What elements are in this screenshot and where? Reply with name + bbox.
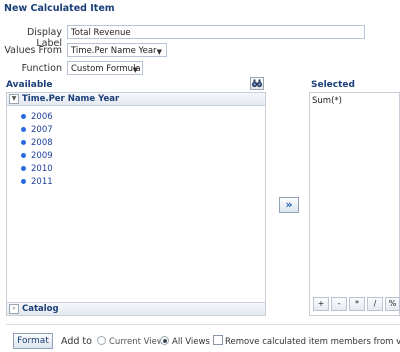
- current-view-label: Current View: [109, 337, 164, 347]
- dialog-title: New Calculated Item: [4, 3, 115, 14]
- checkbox-icon[interactable]: [213, 335, 223, 345]
- function-select[interactable]: Custom Formula ▼: [67, 61, 143, 75]
- chevron-down-icon: ▼: [132, 66, 138, 74]
- bullet-icon: [21, 127, 26, 132]
- footer-divider: [6, 324, 400, 325]
- available-heading: Available: [6, 80, 53, 90]
- multiply-operator-button[interactable]: *: [349, 297, 365, 311]
- member-label: 2006: [31, 112, 53, 122]
- current-view-radio[interactable]: [97, 336, 106, 348]
- member-label: 2010: [31, 164, 53, 174]
- divide-operator-button[interactable]: /: [367, 297, 383, 311]
- bullet-icon: [21, 114, 26, 119]
- bullet-icon: [21, 140, 26, 145]
- values-from-select[interactable]: Time.Per Name Year ▼: [67, 43, 167, 57]
- add-to-label: Add to: [61, 336, 92, 347]
- plus-operator-button[interactable]: +: [313, 297, 329, 311]
- list-item[interactable]: 2010: [21, 164, 53, 174]
- formula-editor[interactable]: Sum(*): [312, 96, 342, 106]
- values-from-label: Values From: [4, 45, 62, 56]
- list-item[interactable]: 2006: [21, 112, 53, 122]
- tree-header-label: Time.Per Name Year: [22, 94, 120, 104]
- member-label: 2007: [31, 125, 53, 135]
- radio-icon[interactable]: [97, 336, 106, 345]
- catalog-header[interactable]: › Catalog: [7, 302, 265, 315]
- all-views-label: All Views: [172, 337, 210, 347]
- list-item[interactable]: 2007: [21, 125, 53, 135]
- minus-operator-button[interactable]: -: [331, 297, 347, 311]
- display-label-input[interactable]: Total Revenue: [67, 25, 365, 39]
- move-to-selected-button[interactable]: »: [279, 197, 299, 213]
- bullet-icon: [21, 179, 26, 184]
- function-value: Custom Formula: [71, 64, 141, 74]
- search-button[interactable]: [250, 77, 264, 90]
- selected-panel: Sum(*): [309, 92, 400, 316]
- available-panel: ▼ Time.Per Name Year 2006 2007 2008 2009 …: [6, 92, 266, 316]
- function-label: Function: [21, 63, 62, 74]
- list-item[interactable]: 2008: [21, 138, 53, 148]
- tree-header[interactable]: ▼ Time.Per Name Year: [7, 93, 265, 106]
- binoculars-icon: [251, 79, 263, 88]
- chevron-right-icon[interactable]: ›: [9, 303, 19, 314]
- format-button[interactable]: Format: [13, 333, 53, 349]
- catalog-label: Catalog: [22, 304, 59, 314]
- member-label: 2009: [31, 151, 53, 161]
- values-from-value: Time.Per Name Year: [71, 46, 157, 56]
- double-chevron-right-icon: »: [285, 198, 293, 211]
- list-item[interactable]: 2011: [21, 177, 53, 187]
- all-views-radio[interactable]: [160, 336, 169, 348]
- chevron-down-icon[interactable]: ▼: [9, 93, 19, 104]
- bullet-icon: [21, 153, 26, 158]
- bullet-icon: [21, 166, 26, 171]
- selected-heading: Selected: [311, 80, 355, 90]
- chevron-down-icon: ▼: [156, 48, 162, 56]
- percent-operator-button[interactable]: %: [385, 297, 400, 311]
- member-label: 2008: [31, 138, 53, 148]
- remove-members-checkbox[interactable]: [213, 335, 223, 348]
- member-label: 2011: [31, 177, 53, 187]
- remove-members-label: Remove calculated item members from view: [225, 337, 400, 347]
- radio-selected-icon[interactable]: [160, 336, 169, 345]
- list-item[interactable]: 2009: [21, 151, 53, 161]
